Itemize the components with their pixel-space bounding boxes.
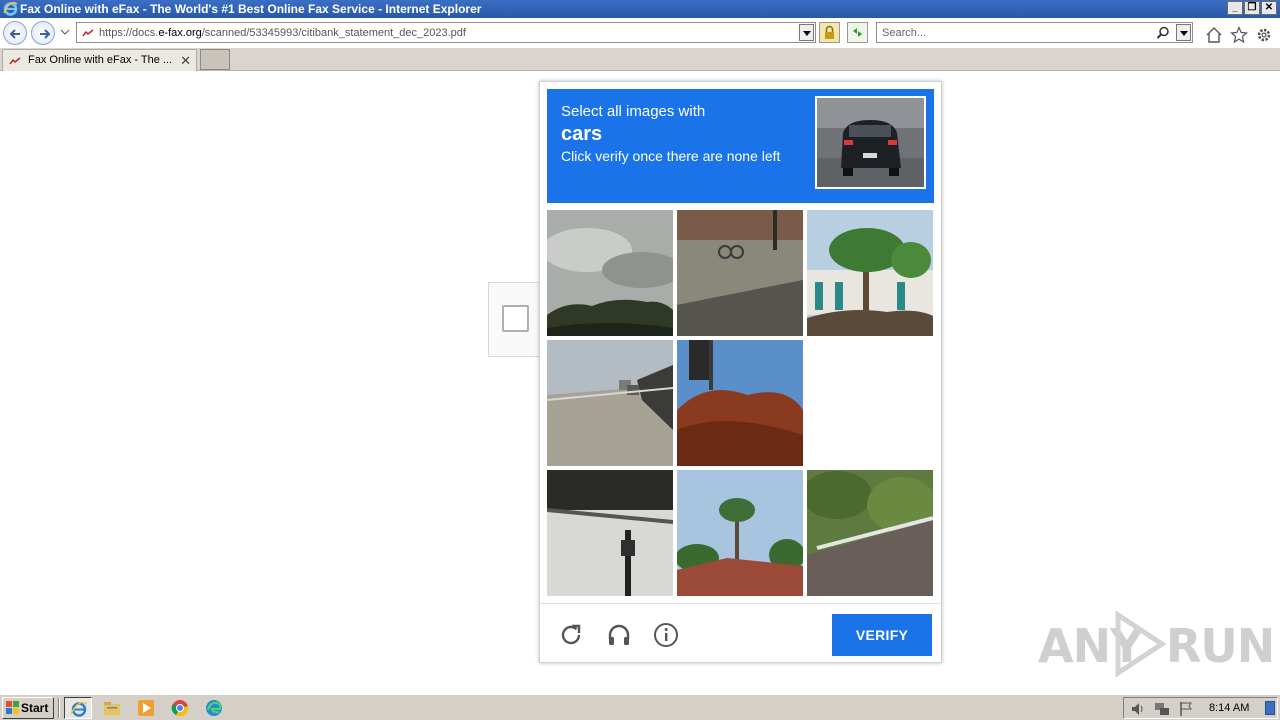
tile-6-empty[interactable] bbox=[807, 340, 933, 466]
tab-efax[interactable]: Fax Online with eFax - The ... ✕ bbox=[2, 49, 197, 71]
challenge-prompt: Select all images with bbox=[561, 103, 706, 120]
security-lock-button[interactable] bbox=[819, 22, 840, 43]
settings-gear-icon[interactable] bbox=[1255, 26, 1273, 44]
restore-button[interactable]: ❐ bbox=[1244, 1, 1260, 15]
challenge-footer: VERIFY bbox=[540, 603, 941, 663]
tile-3-palm-building[interactable] bbox=[807, 210, 933, 336]
taskbar-file-explorer[interactable] bbox=[98, 697, 126, 719]
forward-button[interactable] bbox=[31, 21, 55, 45]
tab-favicon-icon bbox=[9, 57, 21, 65]
sample-car-image bbox=[815, 96, 926, 189]
close-window-button[interactable]: ✕ bbox=[1261, 1, 1277, 15]
forward-arrow-icon bbox=[40, 29, 51, 39]
back-arrow-icon bbox=[9, 29, 20, 39]
reload-challenge-icon[interactable] bbox=[558, 622, 584, 648]
audio-challenge-headphones-icon[interactable] bbox=[606, 622, 632, 648]
verify-button[interactable]: VERIFY bbox=[832, 614, 932, 656]
tile-7-bridge-underside[interactable] bbox=[547, 470, 673, 596]
favorites-star-icon[interactable] bbox=[1230, 26, 1248, 44]
taskbar-chrome[interactable] bbox=[166, 697, 194, 719]
captcha-checkbox-widget bbox=[488, 282, 547, 357]
challenge-target: cars bbox=[561, 123, 603, 145]
refresh-button[interactable] bbox=[847, 22, 868, 43]
tile-8-palm-roof[interactable] bbox=[677, 470, 803, 596]
tile-4-highway-cars[interactable] bbox=[547, 340, 673, 466]
watermark-text-run: RUN bbox=[1166, 619, 1275, 673]
taskbar-edge[interactable] bbox=[200, 697, 228, 719]
edge-icon bbox=[206, 700, 222, 716]
show-desktop-button[interactable] bbox=[1265, 701, 1275, 715]
challenge-instruction: Click verify once there are none left bbox=[561, 148, 781, 164]
home-icon[interactable] bbox=[1205, 26, 1223, 44]
taskbar: Start 8:14 AM bbox=[0, 694, 1280, 720]
address-url[interactable]: https://docs.e-fax.org/scanned/53345993/… bbox=[99, 27, 466, 39]
start-label: Start bbox=[21, 701, 49, 715]
taskbar-clock[interactable]: 8:14 AM bbox=[1209, 702, 1249, 714]
search-box[interactable]: Search... bbox=[876, 22, 1193, 43]
search-input[interactable]: Search... bbox=[882, 27, 926, 39]
folder-icon bbox=[104, 702, 120, 715]
action-center-flag-icon[interactable] bbox=[1178, 701, 1194, 717]
info-icon[interactable] bbox=[653, 622, 679, 648]
minimize-button[interactable]: _ bbox=[1227, 1, 1243, 15]
start-button[interactable]: Start bbox=[2, 697, 54, 719]
refresh-icon bbox=[853, 28, 862, 37]
tile-2-street-sidewalk[interactable] bbox=[677, 210, 803, 336]
tab-close-icon[interactable]: ✕ bbox=[180, 53, 191, 69]
tile-1-sky-trees[interactable] bbox=[547, 210, 673, 336]
window-title: Fax Online with eFax - The World's #1 Be… bbox=[20, 2, 482, 16]
internet-explorer-icon bbox=[70, 701, 88, 717]
navigation-bar: https://docs.e-fax.org/scanned/53345993/… bbox=[0, 18, 1280, 48]
media-player-icon bbox=[138, 700, 154, 716]
page-content: Select all images with cars Click verify… bbox=[0, 71, 1280, 694]
recent-pages-dropdown-icon[interactable] bbox=[60, 27, 70, 37]
lock-icon bbox=[825, 25, 834, 39]
image-grid bbox=[547, 210, 934, 597]
taskbar-separator bbox=[58, 698, 60, 718]
chrome-icon bbox=[171, 700, 189, 717]
taskbar-media-player[interactable] bbox=[132, 697, 160, 719]
system-tray: 8:14 AM bbox=[1123, 697, 1278, 719]
anyrun-watermark: ANY RUN bbox=[1038, 609, 1275, 679]
new-tab-button[interactable] bbox=[200, 49, 230, 70]
volume-icon[interactable] bbox=[1130, 701, 1146, 717]
page-favicon-icon bbox=[82, 29, 94, 37]
taskbar-internet-explorer[interactable] bbox=[64, 697, 92, 719]
search-icon[interactable] bbox=[1156, 26, 1170, 40]
tab-bar: Fax Online with eFax - The ... ✕ bbox=[0, 48, 1280, 71]
tile-5-traffic-light-tree[interactable] bbox=[677, 340, 803, 466]
tile-9-road-guardrail[interactable] bbox=[807, 470, 933, 596]
network-icon[interactable] bbox=[1154, 701, 1170, 717]
captcha-checkbox[interactable] bbox=[502, 305, 529, 332]
watermark-play-icon bbox=[1115, 611, 1167, 677]
tab-label: Fax Online with eFax - The ... bbox=[28, 54, 173, 66]
challenge-header: Select all images with cars Click verify… bbox=[547, 89, 934, 203]
windows-flag-icon bbox=[6, 701, 19, 714]
ie-logo-icon bbox=[3, 1, 18, 16]
address-dropdown-button[interactable] bbox=[799, 24, 814, 41]
address-bar[interactable]: https://docs.e-fax.org/scanned/53345993/… bbox=[76, 22, 816, 43]
window-titlebar: Fax Online with eFax - The World's #1 Be… bbox=[0, 0, 1280, 18]
back-button[interactable] bbox=[3, 21, 27, 45]
captcha-challenge-popup: Select all images with cars Click verify… bbox=[539, 81, 942, 663]
search-dropdown-button[interactable] bbox=[1176, 24, 1191, 41]
